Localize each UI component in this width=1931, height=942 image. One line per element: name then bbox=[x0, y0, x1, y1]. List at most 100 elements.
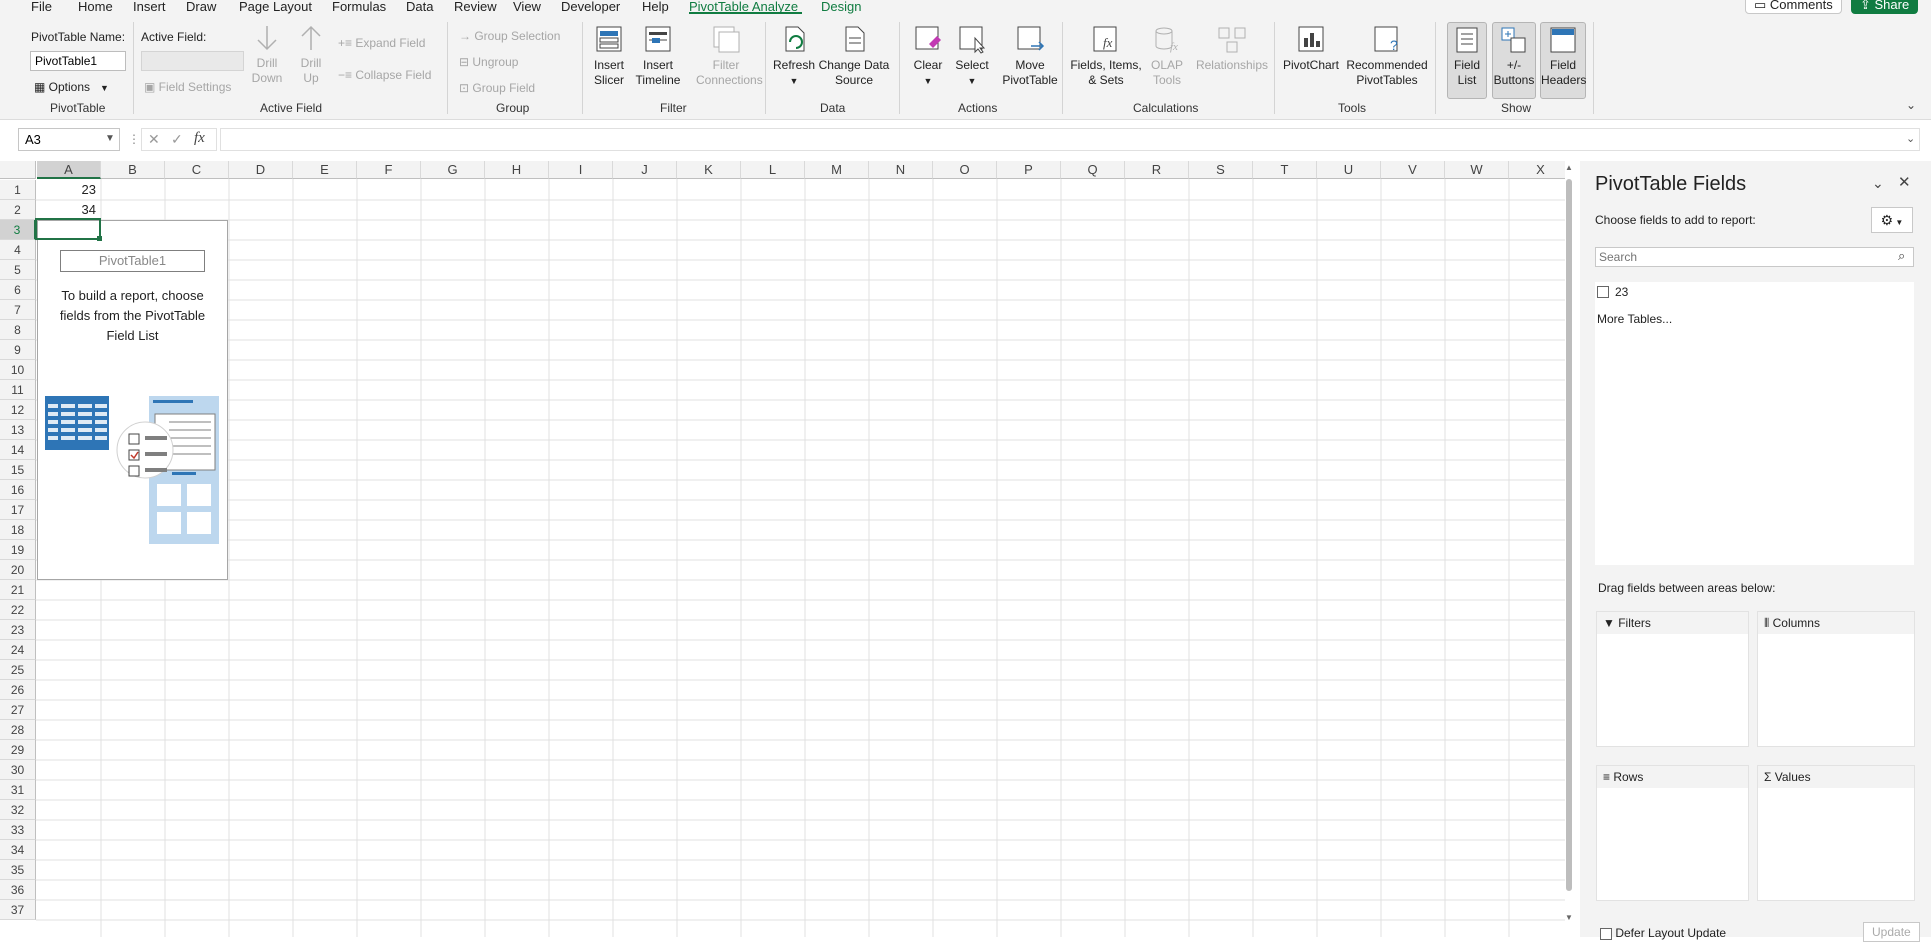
cell-a1[interactable]: 23 bbox=[37, 180, 96, 200]
recommended-icon: ? bbox=[1374, 26, 1398, 53]
field-search-input[interactable] bbox=[1595, 247, 1914, 267]
group-label-actions: Actions bbox=[958, 101, 998, 115]
insert-function-icon[interactable]: fx bbox=[194, 130, 205, 147]
menu-review[interactable]: Review bbox=[454, 0, 497, 13]
menu-draw[interactable]: Draw bbox=[186, 0, 216, 13]
more-tables-link[interactable]: More Tables... bbox=[1597, 312, 1672, 326]
collapse-ribbon-icon[interactable]: ⌄ bbox=[1906, 98, 1916, 112]
cancel-icon[interactable]: ✕ bbox=[148, 131, 160, 148]
insert-slicer-button[interactable]: Insert Slicer bbox=[590, 24, 628, 88]
menu-bar: File Home Insert Draw Page Layout Formul… bbox=[0, 0, 1931, 14]
active-field-input[interactable] bbox=[141, 51, 244, 71]
chevron-down-icon: ▼ bbox=[1893, 218, 1904, 227]
insert-timeline-button[interactable]: Insert Timeline bbox=[635, 24, 681, 88]
rows-area[interactable]: ≡ Rows bbox=[1596, 765, 1749, 901]
drill-up-icon bbox=[301, 25, 321, 50]
pivottable-illustration bbox=[45, 396, 219, 544]
clear-button[interactable]: Clear ▼ bbox=[908, 24, 948, 89]
scrollbar-thumb[interactable] bbox=[1566, 179, 1572, 891]
close-icon[interactable]: ✕ bbox=[1898, 173, 1911, 191]
pane-settings-button[interactable]: ⚙ ▼ bbox=[1871, 207, 1913, 233]
comment-icon: ▭ bbox=[1754, 0, 1770, 12]
filters-area[interactable]: ▼ Filters bbox=[1596, 611, 1749, 747]
plus-minus-buttons-button[interactable]: +/- Buttons bbox=[1492, 22, 1536, 99]
confirm-icon[interactable]: ✓ bbox=[171, 131, 183, 148]
share-icon: ⇪ bbox=[1860, 0, 1875, 12]
group-field-button[interactable]: ⊡ Group Field bbox=[459, 81, 535, 95]
spreadsheet-grid[interactable]: ABCDEFGHIJKLMNOPQRSTUVWX 1 2 3 4 5 6 7 8 9 10 11 12… bbox=[0, 161, 1565, 937]
ungroup-button[interactable]: ⊟ Ungroup bbox=[459, 55, 518, 69]
relationships-button[interactable]: Relationships bbox=[1190, 24, 1274, 73]
chevron-down-icon[interactable]: ⌄ bbox=[1872, 175, 1884, 192]
select-button[interactable]: Select ▼ bbox=[952, 24, 992, 89]
fields-items-sets-button[interactable]: fx Fields, Items, & Sets bbox=[1070, 24, 1142, 88]
options-icon: ▦ bbox=[34, 80, 49, 94]
clear-icon bbox=[915, 26, 941, 50]
collapse-icon: −≡ bbox=[338, 68, 356, 82]
menu-insert[interactable]: Insert bbox=[133, 0, 166, 13]
olap-tools-button[interactable]: fx OLAP Tools bbox=[1145, 24, 1189, 88]
field-item[interactable]: 23 bbox=[1597, 285, 1628, 299]
values-area[interactable]: Σ Values bbox=[1757, 765, 1915, 901]
field-checkbox[interactable] bbox=[1597, 286, 1609, 298]
recommended-pivottables-button[interactable]: ? Recommended PivotTables bbox=[1345, 24, 1429, 88]
ribbon: PivotTable Name: ▦ Options▼ PivotTable A… bbox=[0, 14, 1931, 120]
pane-title: PivotTable Fields bbox=[1595, 173, 1747, 195]
scroll-up-icon[interactable]: ▲ bbox=[1565, 163, 1573, 172]
defer-layout-update[interactable]: Defer Layout Update bbox=[1600, 926, 1726, 940]
expand-field-button[interactable]: +≡ Expand Field bbox=[338, 36, 425, 50]
arrow-right-icon: → bbox=[459, 29, 475, 43]
formula-input[interactable] bbox=[220, 128, 1920, 151]
group-label-group: Group bbox=[496, 101, 530, 115]
menu-developer[interactable]: Developer bbox=[561, 0, 620, 13]
pivottable-name-label: PivotTable Name: bbox=[31, 30, 126, 44]
move-icon bbox=[1017, 26, 1045, 51]
field-list-button[interactable]: Field List bbox=[1447, 22, 1487, 99]
ungroup-icon: ⊟ bbox=[459, 55, 473, 69]
active-field-label: Active Field: bbox=[141, 30, 207, 44]
choose-fields-label: Choose fields to add to report: bbox=[1595, 213, 1756, 227]
change-data-source-button[interactable]: Change Data Source bbox=[818, 24, 890, 88]
menu-home[interactable]: Home bbox=[78, 0, 113, 13]
options-button[interactable]: ▦ Options ▼ bbox=[34, 80, 109, 94]
refresh-button[interactable]: Refresh ▼ bbox=[772, 24, 816, 89]
field-list: 23 More Tables... bbox=[1595, 282, 1914, 565]
menu-page-layout[interactable]: Page Layout bbox=[239, 0, 312, 13]
pivottable-name-input[interactable] bbox=[30, 51, 126, 71]
columns-area[interactable]: ⦀ Columns bbox=[1757, 611, 1915, 747]
drill-down-button[interactable]: Drill Down bbox=[250, 24, 284, 86]
comments-button[interactable]: ▭ Comments bbox=[1745, 0, 1842, 14]
defer-checkbox[interactable] bbox=[1600, 927, 1612, 940]
menu-data[interactable]: Data bbox=[406, 0, 433, 13]
field-settings-button[interactable]: ▣ Field Settings bbox=[144, 80, 231, 94]
menu-file[interactable]: File bbox=[31, 0, 52, 13]
collapse-field-button[interactable]: −≡ Collapse Field bbox=[338, 68, 431, 82]
field-headers-icon bbox=[1550, 27, 1576, 53]
drill-up-button[interactable]: Drill Up bbox=[294, 24, 328, 86]
menu-view[interactable]: View bbox=[513, 0, 541, 13]
refresh-icon bbox=[785, 26, 805, 52]
scroll-down-icon[interactable]: ▼ bbox=[1565, 913, 1573, 922]
filter-connections-button[interactable]: Filter Connections bbox=[696, 24, 763, 88]
update-button[interactable]: Update bbox=[1863, 922, 1920, 942]
menu-design[interactable]: Design bbox=[821, 0, 861, 13]
group-selection-button[interactable]: → Group Selection bbox=[459, 29, 560, 43]
move-pivottable-button[interactable]: Move PivotTable bbox=[1000, 24, 1060, 88]
vertical-scrollbar[interactable]: ▲ ▼ bbox=[1563, 161, 1575, 922]
chevron-down-icon: ▼ bbox=[967, 76, 977, 86]
fill-handle[interactable] bbox=[97, 236, 102, 241]
rows-area-header: ≡ Rows bbox=[1597, 766, 1748, 788]
field-headers-button[interactable]: Field Headers bbox=[1540, 22, 1586, 99]
menu-help[interactable]: Help bbox=[642, 0, 669, 13]
selected-cell-a3[interactable] bbox=[35, 218, 101, 240]
expand-formula-bar-icon[interactable]: ⌄ bbox=[1906, 132, 1915, 145]
cell-a2[interactable]: 34 bbox=[37, 200, 96, 220]
olap-icon: fx bbox=[1155, 27, 1178, 53]
search-icon[interactable]: ⌕ bbox=[1898, 248, 1905, 264]
chevron-down-icon[interactable]: ▼ bbox=[105, 133, 115, 144]
share-button[interactable]: ⇪ Share bbox=[1851, 0, 1919, 14]
pivotchart-button[interactable]: PivotChart bbox=[1281, 24, 1341, 73]
menu-formulas[interactable]: Formulas bbox=[332, 0, 386, 13]
relationships-icon bbox=[1218, 27, 1246, 53]
svg-text:fx: fx bbox=[1170, 41, 1178, 53]
